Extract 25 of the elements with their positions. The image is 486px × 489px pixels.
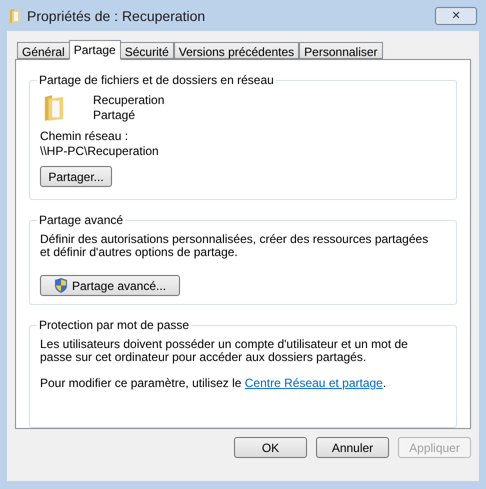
group-title: Partage de fichiers et de dossiers en réseau (37, 73, 276, 88)
tab[interactable]: Personnaliser (299, 42, 383, 59)
share-button[interactable]: Partager... (40, 166, 112, 187)
group-title: Partage avancé (37, 213, 126, 228)
tab[interactable]: Général (17, 42, 70, 59)
advanced-sharing-button[interactable]: Partage avancé... (40, 275, 180, 296)
dialog-button[interactable]: Annuler (316, 437, 389, 458)
group-title: Protection par mot de passe (37, 318, 192, 334)
shield-icon (54, 278, 68, 294)
folder-icon (9, 8, 21, 24)
description-text: Définir des autorisations personnalisées, créer des ressources partagées et définir d'autres options de partage. (40, 233, 430, 260)
folder-status: Partagé (93, 108, 136, 123)
close-button[interactable]: ✕ (435, 7, 477, 25)
network-center-link[interactable]: Centre Réseau et partage (244, 376, 383, 390)
dialog-button[interactable]: OK (234, 437, 307, 458)
path-label: Chemin réseau : (40, 129, 130, 144)
description-text: Les utilisateurs doivent posséder un compte d'utilisateur et un mot de passe sur cet ordinateur pour accéder aux dossiers partagés. (40, 338, 409, 364)
tab[interactable]: Partage (68, 40, 121, 60)
window-title: Propriétés de : Recuperation (27, 6, 206, 26)
network-path: \\HP-PC\Recuperation (40, 144, 160, 159)
tab[interactable]: Sécurité (120, 42, 174, 59)
folder-name: Recuperation (93, 93, 164, 108)
folder-icon (43, 93, 65, 123)
setting-text: Pour modifier ce paramètre, utilisez le Centre Réseau et partage. (40, 377, 388, 390)
tab[interactable]: Versions précédentes (174, 42, 300, 59)
